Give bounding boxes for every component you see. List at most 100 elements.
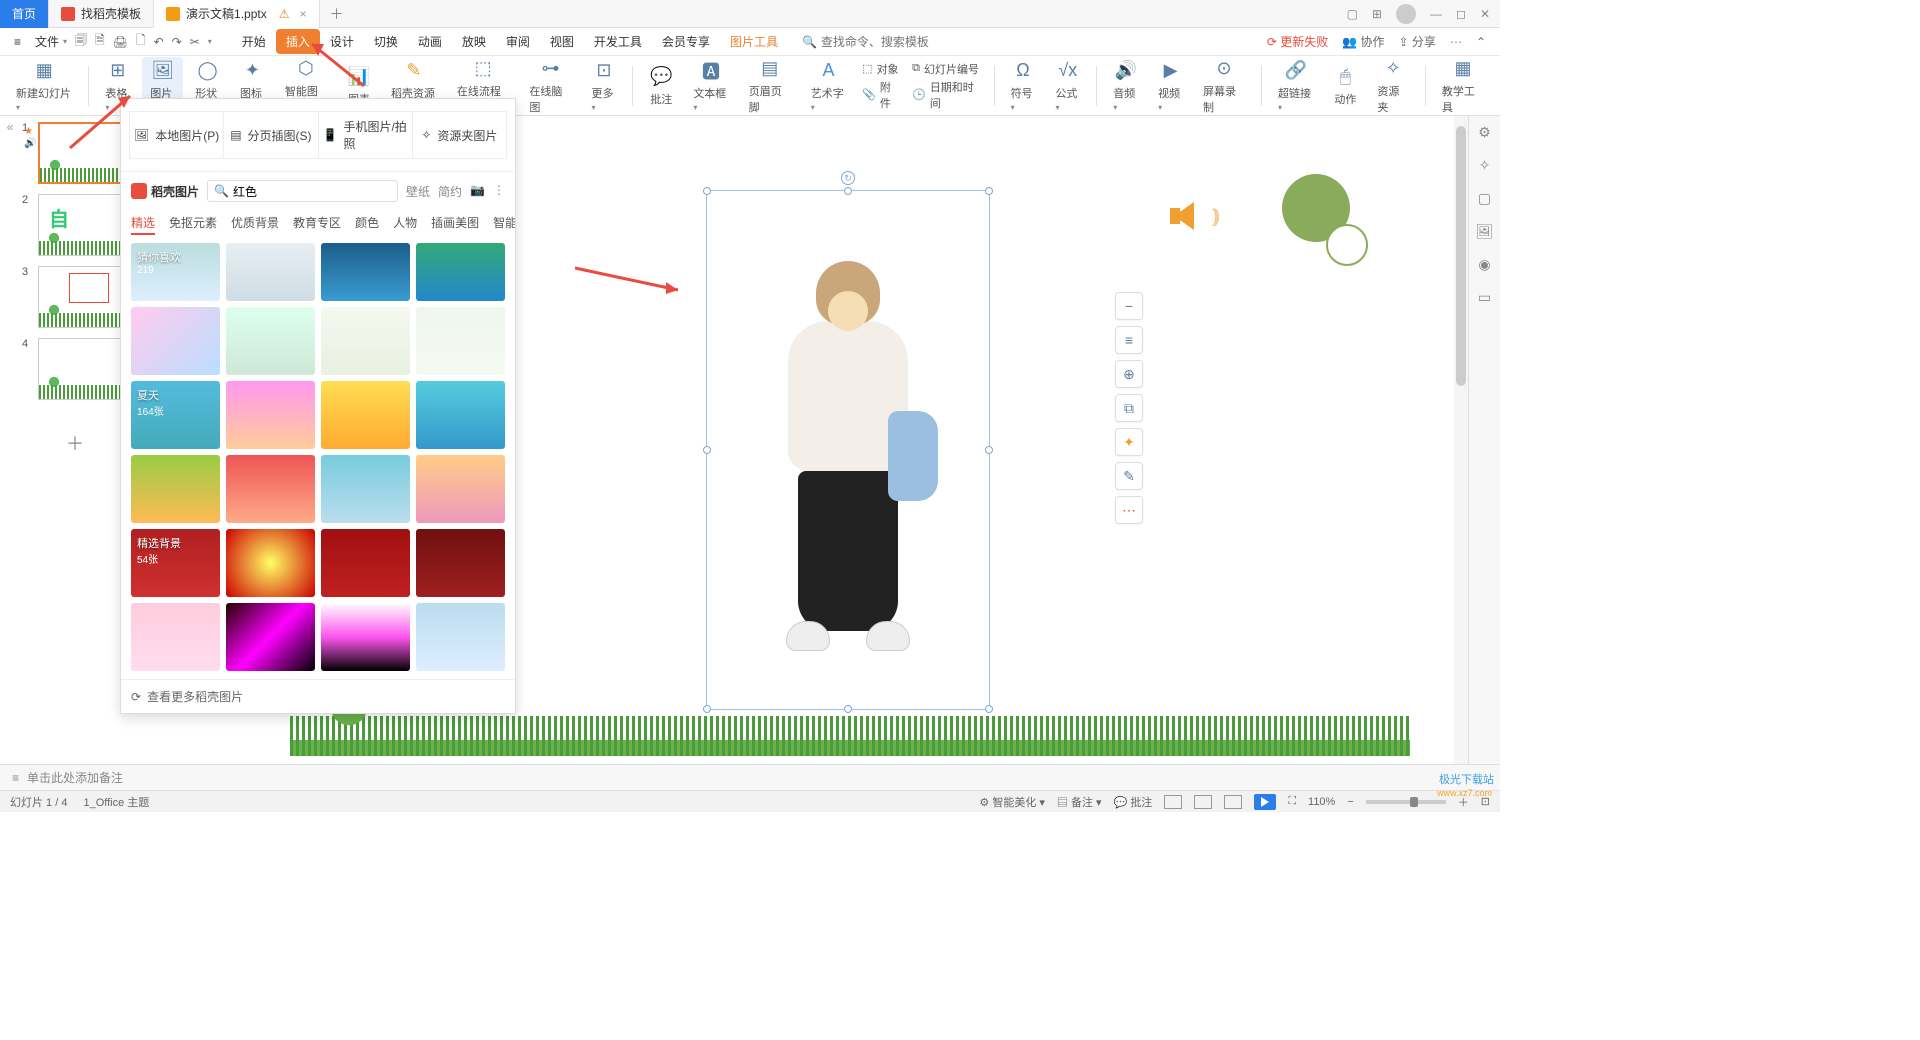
slide-thumb-3[interactable] — [38, 266, 126, 328]
ribbon-datetime[interactable]: 🕒 日期和时间 — [912, 79, 982, 111]
float-layers-icon[interactable]: ≡ — [1115, 326, 1143, 354]
image-tile[interactable] — [416, 243, 505, 301]
menu-tab-transition[interactable]: 切换 — [364, 29, 408, 54]
update-failed[interactable]: ⟳ 更新失败 — [1267, 33, 1328, 50]
search-input[interactable] — [821, 35, 941, 49]
image-tile[interactable] — [416, 455, 505, 523]
menu-tab-view[interactable]: 视图 — [540, 29, 584, 54]
image-tile[interactable] — [226, 603, 315, 671]
image-tile[interactable] — [416, 603, 505, 671]
tab-close-icon[interactable]: × — [300, 7, 307, 21]
float-zoom-icon[interactable]: ⊕ — [1115, 360, 1143, 388]
image-tile[interactable] — [131, 307, 220, 375]
more-icon[interactable]: ⋯ — [1450, 35, 1462, 49]
opt-local-image[interactable]: 🖼本地图片(P) — [129, 111, 223, 159]
image-tile[interactable] — [416, 381, 505, 449]
image-tile[interactable]: 精选背景54张 — [131, 529, 220, 597]
menu-tab-animation[interactable]: 动画 — [408, 29, 452, 54]
float-idea-icon[interactable]: ✦ — [1115, 428, 1143, 456]
layout-icon[interactable]: ▢ — [1347, 7, 1358, 21]
view-more-images[interactable]: ⟳查看更多稻壳图片 — [121, 679, 515, 713]
image-tile[interactable] — [226, 455, 315, 523]
ribbon-header-footer[interactable]: ▤页眉页脚 — [741, 55, 799, 117]
ribbon-symbol[interactable]: Ω符号▾ — [1003, 57, 1044, 115]
resize-handle[interactable] — [703, 446, 711, 454]
slide-thumb-2[interactable]: 自 — [38, 194, 126, 256]
side-book-icon[interactable]: ▭ — [1478, 289, 1491, 306]
ribbon-more[interactable]: ⊡更多▾ — [583, 57, 624, 115]
ribbon-textbox[interactable]: 🅰文本框▾ — [685, 57, 736, 115]
format-painter-icon[interactable]: ✂ — [190, 35, 200, 49]
ribbon-equation[interactable]: √x公式▾ — [1047, 57, 1088, 115]
view-normal-icon[interactable] — [1164, 795, 1182, 809]
status-comments-toggle[interactable]: 💬 批注 — [1114, 794, 1153, 810]
ribbon-hyperlink[interactable]: 🔗超链接▾ — [1270, 57, 1321, 115]
status-notes-toggle[interactable]: ▤ 备注 ▾ — [1057, 794, 1102, 810]
ribbon-new-slide[interactable]: ▦新建幻灯片▾ — [8, 57, 80, 115]
tab-add[interactable]: ＋ — [320, 4, 354, 24]
audio-object[interactable]: )) — [1170, 196, 1210, 236]
resize-handle[interactable] — [844, 705, 852, 713]
minimize-icon[interactable]: — — [1430, 7, 1442, 21]
image-tile[interactable] — [226, 529, 315, 597]
print-icon[interactable]: 🖨 — [113, 35, 128, 49]
maximize-icon[interactable]: ◻ — [1456, 7, 1466, 21]
ribbon-mindmap[interactable]: ⊶在线脑图 — [521, 55, 579, 117]
add-slide-button[interactable]: ＋ — [24, 410, 126, 476]
image-tile[interactable]: 夏天164张 — [131, 381, 220, 449]
cat-featured[interactable]: 精选 — [131, 214, 155, 235]
coop-button[interactable]: 👥 协作 — [1342, 33, 1384, 50]
avatar-icon[interactable] — [1396, 4, 1416, 24]
print-preview-icon[interactable]: 🗋 — [136, 31, 146, 52]
menu-tab-picture-tools[interactable]: 图片工具 — [720, 29, 788, 54]
rotation-handle[interactable]: ↻ — [841, 171, 855, 185]
opt-resource-image[interactable]: ✧资源夹图片 — [412, 111, 507, 159]
cat-education[interactable]: 教育专区 — [293, 214, 341, 235]
image-tile[interactable]: 猜你喜欢219 — [131, 243, 220, 301]
image-search-input[interactable] — [233, 184, 391, 198]
command-search[interactable]: 🔍 — [802, 35, 941, 49]
share-button[interactable]: ⇪ 分享 — [1399, 33, 1436, 50]
collapse-ribbon-icon[interactable]: ⌃ — [1476, 35, 1486, 49]
image-tile[interactable] — [321, 529, 410, 597]
side-image-icon[interactable]: 🖼 — [1476, 223, 1494, 240]
ribbon-audio[interactable]: 🔊音频▾ — [1105, 57, 1146, 115]
slide-thumb-1[interactable] — [38, 122, 126, 184]
image-search-box[interactable]: 🔍 — [207, 180, 398, 202]
ribbon-video[interactable]: ▶视频▾ — [1150, 57, 1191, 115]
close-window-icon[interactable]: ✕ — [1480, 7, 1490, 21]
vertical-scrollbar[interactable] — [1454, 116, 1468, 764]
image-tile[interactable] — [416, 529, 505, 597]
file-menu[interactable]: 文件▾ — [29, 33, 73, 50]
hamburger-icon[interactable]: ≡ — [8, 35, 27, 49]
tab-document[interactable]: 演示文稿1.pptx⚠× — [154, 0, 319, 28]
image-tile[interactable] — [131, 455, 220, 523]
image-tile[interactable] — [321, 603, 410, 671]
redo-icon[interactable]: ↷ — [172, 35, 182, 49]
undo-icon[interactable]: ↶ — [154, 35, 164, 49]
image-tile[interactable] — [226, 307, 315, 375]
opt-paged-image[interactable]: ▤分页插图(S) — [223, 111, 317, 159]
ribbon-attachment[interactable]: 📎 附件 — [862, 79, 900, 111]
resize-handle[interactable] — [985, 705, 993, 713]
selected-image[interactable]: ↻ — [706, 190, 990, 710]
ribbon-resource-folder[interactable]: ✧资源夹 — [1369, 55, 1417, 117]
ribbon-wordart[interactable]: A艺术字▾ — [803, 57, 854, 115]
float-crop-icon[interactable]: ⧉ — [1115, 394, 1143, 422]
image-tile[interactable] — [321, 243, 410, 301]
float-collapse[interactable]: − — [1115, 292, 1143, 320]
menu-tab-slideshow[interactable]: 放映 — [452, 29, 496, 54]
image-tile[interactable] — [131, 603, 220, 671]
side-magic-icon[interactable]: ✧ — [1479, 157, 1491, 174]
image-tile[interactable] — [321, 381, 410, 449]
side-settings-icon[interactable]: ⚙ — [1478, 124, 1491, 141]
image-tile[interactable] — [416, 307, 505, 375]
zoom-slider[interactable] — [1366, 800, 1446, 804]
cat-color[interactable]: 颜色 — [355, 214, 379, 235]
zoom-out-icon[interactable]: − — [1347, 796, 1353, 808]
cat-cutout[interactable]: 免抠元素 — [169, 214, 217, 235]
menu-tab-start[interactable]: 开始 — [232, 29, 276, 54]
side-template-icon[interactable]: ▢ — [1478, 190, 1491, 207]
status-beautify[interactable]: ⚙ 智能美化 ▾ — [979, 794, 1045, 810]
menu-tab-review[interactable]: 审阅 — [496, 29, 540, 54]
